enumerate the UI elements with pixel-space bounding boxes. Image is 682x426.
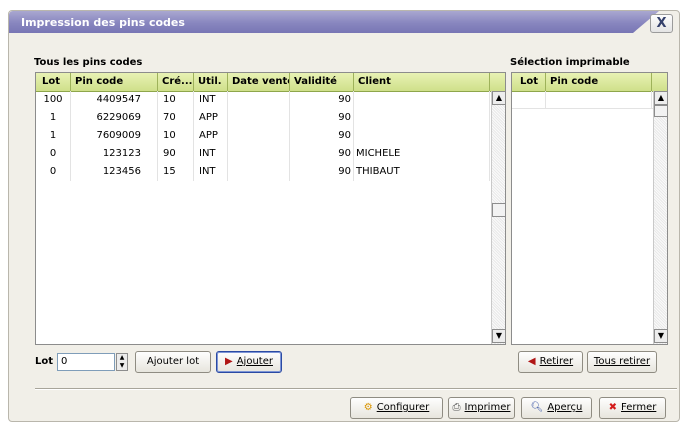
left-arrow-icon: ◀ bbox=[527, 356, 536, 367]
configure-label: Configurer bbox=[376, 402, 430, 413]
table-scrollbar[interactable]: ▲ ▼ bbox=[491, 91, 505, 344]
cell-date-vente bbox=[228, 109, 290, 127]
cell-lot: 100 bbox=[36, 91, 71, 109]
selection-scrollbar[interactable]: ▲ ▼ bbox=[653, 91, 667, 344]
col-client[interactable]: Client bbox=[354, 73, 490, 91]
scroll-down-icon[interactable]: ▼ bbox=[492, 329, 505, 343]
sel-cell-pincode bbox=[546, 91, 652, 109]
cell-util: INT bbox=[194, 163, 228, 181]
remove-all-button[interactable]: Tous retirer bbox=[587, 351, 657, 373]
sel-col-lot[interactable]: Lot bbox=[512, 73, 546, 91]
add-button[interactable]: ▶ Ajouter bbox=[216, 351, 282, 373]
add-lot-button[interactable]: Ajouter lot bbox=[135, 351, 211, 373]
col-credit[interactable]: Cré... bbox=[158, 73, 194, 91]
stepper-up-icon[interactable]: ▲ bbox=[117, 354, 127, 362]
print-label: Imprimer bbox=[464, 402, 511, 413]
printable-selection-table: Lot Pin code ▲ ▼ bbox=[511, 72, 668, 345]
cell-credit: 10 bbox=[158, 91, 194, 109]
cell-client bbox=[354, 91, 490, 109]
remove-button[interactable]: ◀ Retirer bbox=[518, 351, 583, 373]
cell-date-vente bbox=[228, 163, 290, 181]
separator bbox=[35, 388, 677, 390]
selection-header: Lot Pin code bbox=[512, 73, 667, 92]
cell-date-vente bbox=[228, 145, 290, 163]
cell-lot: 0 bbox=[36, 163, 71, 181]
print-button[interactable]: ⎙ Imprimer bbox=[448, 397, 515, 419]
cell-pincode: 7609009 bbox=[71, 127, 158, 145]
scroll-thumb[interactable] bbox=[492, 203, 505, 217]
sel-cell-lot bbox=[512, 91, 546, 109]
scroll-up-icon[interactable]: ▲ bbox=[654, 91, 667, 105]
scroll-down-icon[interactable]: ▼ bbox=[654, 329, 667, 343]
cell-validite: 90 bbox=[290, 91, 354, 109]
col-util[interactable]: Util. bbox=[194, 73, 228, 91]
cell-credit: 10 bbox=[158, 127, 194, 145]
cell-util: INT bbox=[194, 145, 228, 163]
lot-stepper[interactable]: ▲ ▼ bbox=[116, 353, 128, 371]
cell-credit: 70 bbox=[158, 109, 194, 127]
red-x-icon: ✖ bbox=[608, 402, 618, 413]
cell-client bbox=[354, 127, 490, 145]
cell-validite: 90 bbox=[290, 127, 354, 145]
table-row[interactable]: 1 6229069 70 APP 90 bbox=[36, 109, 505, 127]
scroll-thumb[interactable] bbox=[654, 105, 667, 117]
cell-credit: 90 bbox=[158, 145, 194, 163]
preview-button[interactable]: 🔍︎ Aperçu bbox=[521, 397, 592, 419]
lot-label: Lot bbox=[35, 356, 54, 367]
close-button[interactable]: X bbox=[650, 14, 673, 33]
cell-client: THIBAUT bbox=[354, 163, 490, 181]
printer-icon: ⎙ bbox=[452, 402, 461, 413]
cell-lot: 1 bbox=[36, 109, 71, 127]
print-pincodes-dialog: Impression des pins codes X Tous les pin… bbox=[8, 10, 680, 422]
cell-pincode: 4409547 bbox=[71, 91, 158, 109]
cell-validite: 90 bbox=[290, 145, 354, 163]
table-row[interactable]: 0 123123 90 INT 90 MICHELE bbox=[36, 145, 505, 163]
table-row[interactable]: 1 7609009 10 APP 90 bbox=[36, 127, 505, 145]
all-pincodes-table: Lot Pin code Cré... Util. Date vente Val… bbox=[35, 72, 506, 345]
cell-util: INT bbox=[194, 91, 228, 109]
close-icon: X bbox=[656, 16, 667, 31]
preview-label: Aperçu bbox=[547, 402, 583, 413]
magnifier-icon: 🔍︎ bbox=[530, 402, 544, 413]
cell-util: APP bbox=[194, 127, 228, 145]
add-label: Ajouter bbox=[236, 356, 273, 367]
stepper-down-icon[interactable]: ▼ bbox=[117, 362, 127, 370]
remove-all-label: Tous retirer bbox=[593, 356, 651, 367]
close-dialog-button[interactable]: ✖ Fermer bbox=[599, 397, 666, 419]
add-lot-label: Ajouter lot bbox=[146, 356, 200, 367]
cell-pincode: 6229069 bbox=[71, 109, 158, 127]
col-pincode[interactable]: Pin code bbox=[71, 73, 158, 91]
cell-validite: 90 bbox=[290, 163, 354, 181]
cell-validite: 90 bbox=[290, 109, 354, 127]
gear-icon: ⚙ bbox=[363, 402, 373, 413]
col-lot[interactable]: Lot bbox=[36, 73, 71, 91]
selection-empty-row[interactable] bbox=[512, 91, 667, 109]
cell-credit: 15 bbox=[158, 163, 194, 181]
window-title: Impression des pins codes bbox=[21, 16, 185, 29]
cell-date-vente bbox=[228, 91, 290, 109]
cell-date-vente bbox=[228, 127, 290, 145]
col-validite[interactable]: Validité bbox=[290, 73, 354, 91]
sel-col-pincode[interactable]: Pin code bbox=[546, 73, 652, 91]
table-row[interactable]: 100 4409547 10 INT 90 bbox=[36, 91, 505, 109]
cell-lot: 1 bbox=[36, 127, 71, 145]
remove-label: Retirer bbox=[539, 356, 574, 367]
cell-pincode: 123123 bbox=[71, 145, 158, 163]
all-pincodes-label: Tous les pins codes bbox=[34, 57, 143, 68]
cell-lot: 0 bbox=[36, 145, 71, 163]
printable-selection-label: Sélection imprimable bbox=[510, 57, 630, 68]
close-label: Fermer bbox=[621, 402, 657, 413]
right-arrow-icon: ▶ bbox=[225, 356, 233, 367]
title-bar: Impression des pins codes X bbox=[9, 11, 679, 35]
lot-input[interactable]: 0 bbox=[57, 353, 115, 371]
cell-client bbox=[354, 109, 490, 127]
table-row[interactable]: 0 123456 15 INT 90 THIBAUT bbox=[36, 163, 505, 181]
col-date-vente[interactable]: Date vente bbox=[228, 73, 290, 91]
cell-pincode: 123456 bbox=[71, 163, 158, 181]
cell-util: APP bbox=[194, 109, 228, 127]
table-header: Lot Pin code Cré... Util. Date vente Val… bbox=[36, 73, 505, 92]
scroll-up-icon[interactable]: ▲ bbox=[492, 91, 505, 105]
cell-client: MICHELE bbox=[354, 145, 490, 163]
configure-button[interactable]: ⚙ Configurer bbox=[350, 397, 443, 419]
